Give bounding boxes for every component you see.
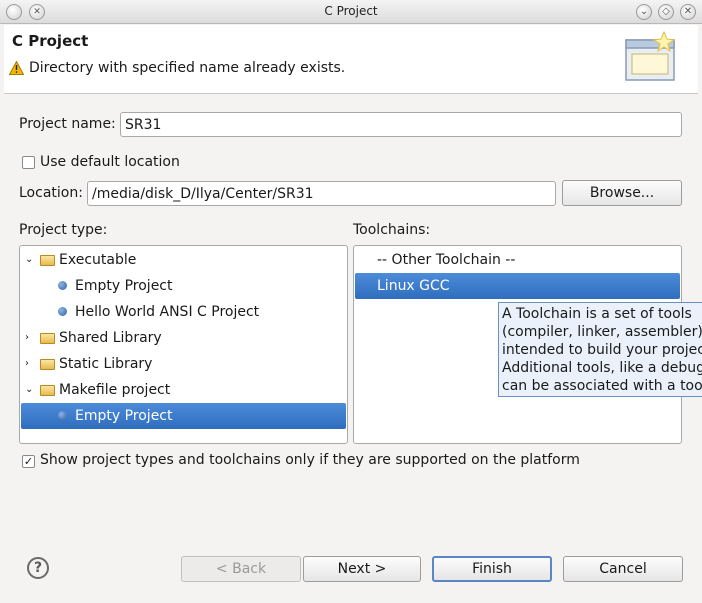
window-title: C Project <box>324 4 378 18</box>
folder-icon <box>40 333 55 344</box>
wizard-header <box>4 25 698 93</box>
project-name-label: Project name: <box>19 116 116 132</box>
new-project-wizard-icon <box>625 30 676 81</box>
use-default-location-checkbox[interactable] <box>22 156 35 169</box>
tree-item-shared-library[interactable]: › Shared Library <box>20 325 346 351</box>
tree-item-label: Empty Project <box>75 408 173 424</box>
location-label: Location: <box>19 185 83 201</box>
tooltip-line: (compiler, linker, assembler) <box>502 324 702 340</box>
wizard-message: Directory with specified name already ex… <box>29 60 346 76</box>
chevron-right-icon[interactable]: › <box>25 351 29 377</box>
chevron-down-icon[interactable]: ⌄ <box>25 247 33 273</box>
warning-icon <box>9 61 24 75</box>
maximize-button[interactable]: ◇ <box>658 4 674 20</box>
minimize-button[interactable]: ⌄ <box>636 4 652 20</box>
tooltip-line: can be associated with a toolchain. <box>502 378 702 394</box>
close-button[interactable]: ✕ <box>680 4 696 20</box>
next-button[interactable]: Next > <box>303 556 421 582</box>
tooltip-line: Additional tools, like a debugger, <box>502 360 702 376</box>
show-supported-checkbox[interactable]: ✓ <box>22 455 35 468</box>
tree-item-static-library[interactable]: › Static Library <box>20 351 346 377</box>
toolchain-item-linux-gcc[interactable]: Linux GCC <box>355 273 680 299</box>
open-folder-icon <box>40 385 55 396</box>
help-icon[interactable]: ? <box>27 557 49 579</box>
tree-item-hello-world[interactable]: Hello World ANSI C Project <box>20 299 346 325</box>
project-type-label: Project type: <box>19 222 108 238</box>
project-type-icon <box>58 307 67 316</box>
toolchain-item-label: Linux GCC <box>377 278 450 294</box>
wizard-title: C Project <box>12 32 89 50</box>
tree-item-label: Makefile project <box>59 382 171 398</box>
tree-item-label: Static Library <box>59 356 153 372</box>
tree-item-label: Hello World ANSI C Project <box>75 304 260 320</box>
show-supported-label: Show project types and toolchains only i… <box>40 452 580 468</box>
tree-item-empty-project[interactable]: Empty Project <box>20 273 346 299</box>
tree-item-executable[interactable]: ⌄ Executable <box>20 247 346 273</box>
tooltip-line: intended to build your project. <box>502 342 702 358</box>
toolchain-tooltip: A Toolchain is a set of tools (compiler,… <box>498 302 702 397</box>
tooltip-line: A Toolchain is a set of tools <box>502 306 692 322</box>
cancel-button[interactable]: Cancel <box>563 556 683 582</box>
open-folder-icon <box>40 255 55 266</box>
pin-icon[interactable]: ✕ <box>29 4 45 20</box>
tree-item-makefile-project[interactable]: ⌄ Makefile project <box>20 377 346 403</box>
window-menu-icon[interactable] <box>6 4 22 20</box>
location-input[interactable]: /media/disk_D/Ilya/Center/SR31 <box>87 181 556 206</box>
tree-item-label: Shared Library <box>59 330 162 346</box>
header-separator <box>4 93 698 94</box>
tree-item-makefile-empty-project[interactable]: Empty Project <box>21 403 346 429</box>
project-type-icon <box>58 411 67 420</box>
browse-button[interactable]: Browse... <box>562 180 682 206</box>
toolchain-item-other[interactable]: -- Other Toolchain -- <box>355 247 680 273</box>
chevron-right-icon[interactable]: › <box>25 325 29 351</box>
use-default-location-label: Use default location <box>40 154 180 170</box>
tree-item-label: Executable <box>59 252 137 268</box>
toolchain-item-label: -- Other Toolchain -- <box>377 252 516 268</box>
project-name-input[interactable]: SR31 <box>120 112 682 137</box>
project-type-icon <box>58 281 67 290</box>
toolchains-label: Toolchains: <box>353 222 431 238</box>
back-button[interactable]: < Back <box>181 556 301 582</box>
tree-item-label: Empty Project <box>75 278 173 294</box>
chevron-down-icon[interactable]: ⌄ <box>25 377 33 403</box>
finish-button[interactable]: Finish <box>432 556 552 582</box>
folder-icon <box>40 359 55 370</box>
